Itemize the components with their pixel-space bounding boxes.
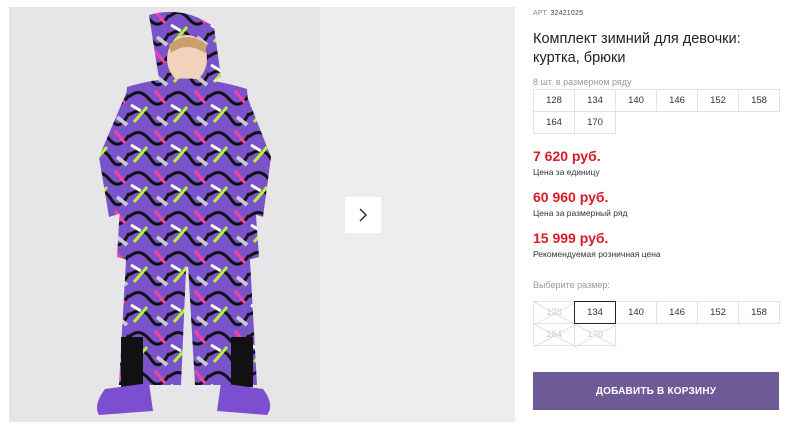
chevron-right-icon [359, 208, 368, 222]
size-option-selected[interactable]: 134 [574, 301, 616, 324]
article-number: АРТ. 32421025 [533, 10, 583, 17]
retail-price-label: Рекомендуемая розничная цена [533, 249, 661, 259]
size-option-disabled: 170 [574, 323, 617, 347]
pack-size-cell: 158 [738, 89, 780, 112]
pack-size-cell: 152 [697, 89, 739, 112]
pack-size-cell: 170 [574, 111, 616, 134]
unavailable-cross-icon [534, 302, 576, 325]
product-photo[interactable] [9, 7, 320, 422]
unavailable-cross-icon [534, 324, 576, 347]
pack-size-cell: 134 [574, 89, 616, 112]
size-selector-label: Выберите размер: [533, 280, 610, 290]
add-to-cart-button[interactable]: ДОБАВИТЬ В КОРЗИНУ [533, 372, 779, 410]
product-title: Комплект зимний для девочки: куртка, брю… [533, 31, 741, 66]
pack-note: 8 шт. в размерном ряду [533, 77, 632, 87]
size-option[interactable]: 158 [738, 301, 780, 324]
product-photo-illustration [9, 7, 320, 422]
pack-price: 60 960 руб. [533, 189, 609, 205]
size-option[interactable]: 140 [615, 301, 657, 324]
next-image-button[interactable] [344, 196, 382, 234]
size-option[interactable]: 146 [656, 301, 698, 324]
pack-size-cell: 140 [615, 89, 657, 112]
pack-size-cell: 128 [533, 89, 575, 112]
unit-price: 7 620 руб. [533, 148, 601, 164]
pack-price-label: Цена за размерный ряд [533, 208, 628, 218]
article-label: АРТ. [533, 10, 549, 17]
retail-price: 15 999 руб. [533, 230, 609, 246]
pack-size-cell: 164 [533, 111, 575, 134]
size-option-disabled: 164 [533, 323, 576, 347]
unavailable-cross-icon [575, 324, 617, 347]
unit-price-label: Цена за единицу [533, 167, 600, 177]
size-option-disabled: 128 [533, 301, 576, 325]
pack-size-cell: 146 [656, 89, 698, 112]
size-option[interactable]: 152 [697, 301, 739, 324]
product-gallery [0, 0, 515, 427]
article-value: 32421025 [550, 10, 584, 17]
